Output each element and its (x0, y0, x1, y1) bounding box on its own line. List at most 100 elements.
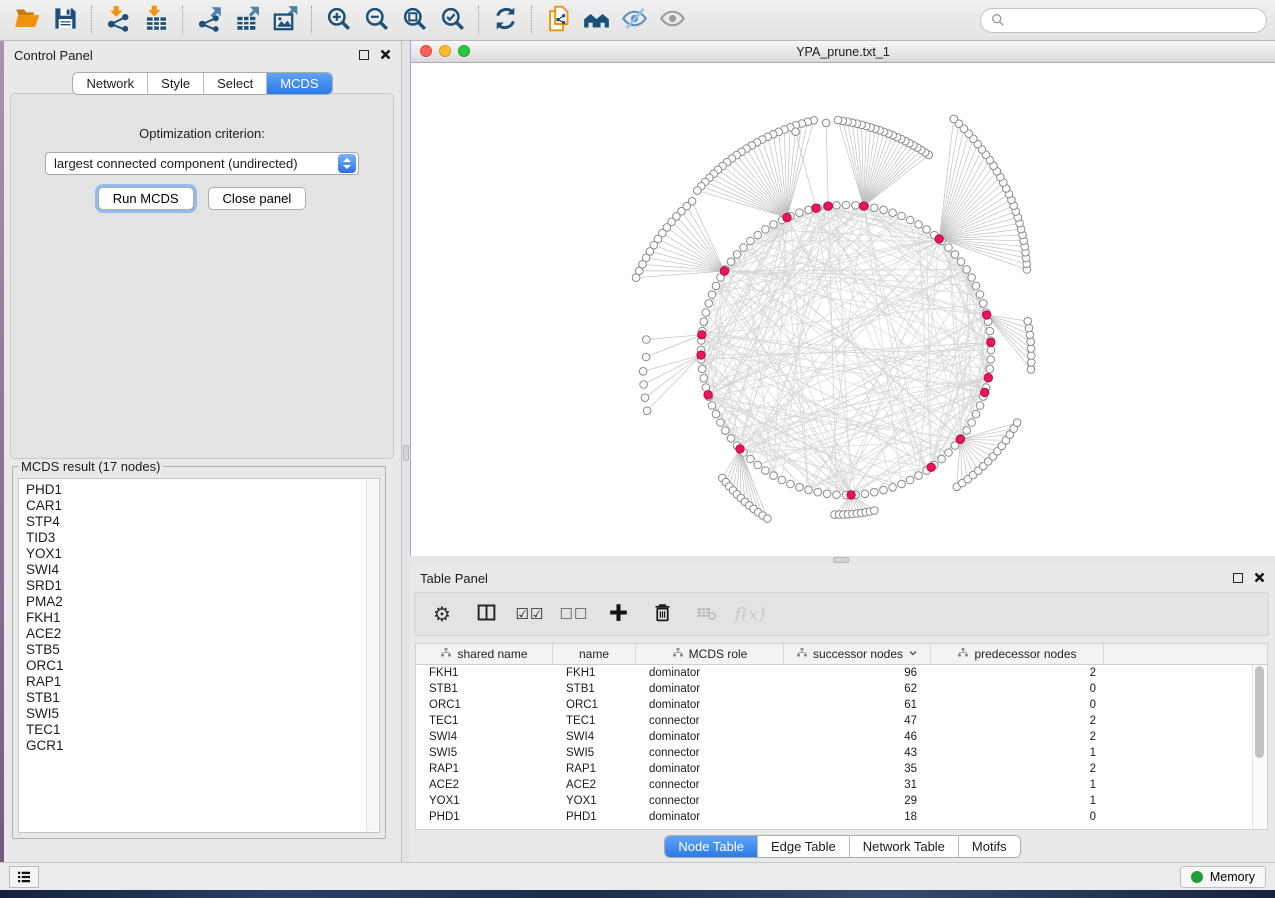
deselect-all-rows-button[interactable]: ☐☐ (559, 599, 589, 629)
mcds-result-item[interactable]: CAR1 (26, 498, 379, 514)
export-network-icon (196, 5, 223, 35)
hide-selected-button[interactable] (615, 3, 653, 37)
search-input[interactable] (1011, 12, 1256, 29)
tab-select[interactable]: Select (204, 73, 267, 94)
export-image-button[interactable] (266, 3, 304, 37)
table-row[interactable]: FKH1FKH1dominator962 (416, 665, 1267, 681)
close-panel-icon[interactable] (380, 49, 391, 60)
scrollbar-thumb[interactable] (1255, 666, 1264, 758)
cell-successor-nodes: 47 (784, 715, 931, 727)
mcds-result-item[interactable]: ACE2 (26, 626, 379, 642)
export-network-button[interactable] (190, 3, 228, 37)
mcds-result-item[interactable]: TID3 (26, 530, 379, 546)
cell-predecessor-nodes: 2 (931, 763, 1104, 775)
mcds-result-item[interactable]: PMA2 (26, 594, 379, 610)
mcds-result-item[interactable]: STB5 (26, 642, 379, 658)
table-scrollbar[interactable] (1252, 665, 1267, 829)
add-column-button[interactable] (603, 599, 633, 629)
column-header-predecessor-nodes[interactable]: predecessor nodes (931, 644, 1104, 664)
table-row[interactable]: PHD1PHD1dominator180 (416, 809, 1267, 825)
cell-shared-name: PHD1 (416, 811, 553, 823)
mcds-result-item[interactable]: GCR1 (26, 738, 379, 754)
delete-column-button[interactable] (647, 599, 677, 629)
zoom-fit-button[interactable] (395, 3, 433, 37)
tab-style[interactable]: Style (148, 73, 204, 94)
open-file-button[interactable] (8, 3, 46, 37)
open-file-icon (14, 5, 41, 35)
mcds-result-item[interactable]: FKH1 (26, 610, 379, 626)
cell-MCDS-role: dominator (636, 683, 784, 695)
minimize-window-icon[interactable] (439, 45, 451, 57)
refresh-layout-button[interactable] (486, 3, 524, 37)
duplicate-network-button[interactable] (539, 3, 577, 37)
column-settings-button[interactable]: ⚙ (427, 599, 457, 629)
maximize-window-icon[interactable] (458, 45, 470, 57)
column-header-successor-nodes[interactable]: successor nodes (784, 644, 931, 664)
task-history-button[interactable] (9, 866, 39, 888)
mcds-result-item[interactable]: TEC1 (26, 722, 379, 738)
cell-predecessor-nodes: 1 (931, 747, 1104, 759)
splitter-grip[interactable] (833, 557, 849, 563)
column-header-MCDS-role[interactable]: MCDS role (636, 644, 784, 664)
split-panel-button[interactable] (471, 599, 501, 629)
close-panel-icon[interactable] (1254, 572, 1265, 583)
close-window-icon[interactable] (420, 45, 432, 57)
criterion-dropdown[interactable]: largest connected component (undirected) (45, 152, 359, 175)
zoom-in-button[interactable] (319, 3, 357, 37)
search-box[interactable] (980, 8, 1267, 33)
column-header-shared-name[interactable]: shared name (416, 644, 553, 664)
mcds-result-item[interactable]: STB1 (26, 690, 379, 706)
table-row[interactable]: SWI5SWI5connector431 (416, 745, 1267, 761)
tab-network[interactable]: Network (73, 73, 148, 94)
tab-mcds[interactable]: MCDS (267, 73, 331, 94)
mcds-result-item[interactable]: ORC1 (26, 658, 379, 674)
save-session-button[interactable] (46, 3, 84, 37)
table-row[interactable]: ORC1ORC1dominator610 (416, 697, 1267, 713)
table-row[interactable]: RAP1RAP1dominator352 (416, 761, 1267, 777)
float-panel-icon[interactable] (1233, 573, 1243, 583)
tab-motifs[interactable]: Motifs (959, 836, 1020, 857)
splitter-grip[interactable] (403, 445, 409, 461)
show-all-button[interactable] (653, 3, 691, 37)
mcds-result-item[interactable]: RAP1 (26, 674, 379, 690)
function-builder-icon: f(x) (735, 604, 766, 625)
import-network-button[interactable] (99, 3, 137, 37)
cell-predecessor-nodes: 0 (931, 699, 1104, 711)
tab-node-table[interactable]: Node Table (665, 836, 758, 857)
import-table-button[interactable] (137, 3, 175, 37)
mcds-result-item[interactable]: STP4 (26, 514, 379, 530)
cell-predecessor-nodes: 0 (931, 811, 1104, 823)
mcds-list-scrollbar[interactable] (366, 480, 378, 831)
table-row[interactable]: SWI4SWI4dominator462 (416, 729, 1267, 745)
select-all-rows-button[interactable]: ☑☑ (515, 599, 545, 629)
float-panel-icon[interactable] (359, 50, 369, 60)
mcds-result-item[interactable]: PHD1 (26, 482, 379, 498)
mcds-result-item[interactable]: SWI5 (26, 706, 379, 722)
mcds-result-item[interactable]: SWI4 (26, 562, 379, 578)
save-session-icon (52, 5, 79, 35)
run-mcds-button[interactable]: Run MCDS (98, 187, 194, 210)
close-panel-button[interactable]: Close panel (208, 187, 307, 210)
mcds-result-item[interactable]: YOX1 (26, 546, 379, 562)
zoom-out-button[interactable] (357, 3, 395, 37)
export-table-button[interactable] (228, 3, 266, 37)
mcds-result-listbox[interactable]: PHD1CAR1STP4TID3YOX1SWI4SRD1PMA2FKH1ACE2… (18, 478, 380, 833)
mcds-result-group: MCDS result (17 nodes) PHD1CAR1STP4TID3Y… (12, 459, 386, 839)
mcds-result-item[interactable]: SRD1 (26, 578, 379, 594)
zoom-selected-button[interactable] (433, 3, 471, 37)
column-header-name[interactable]: name (553, 644, 636, 664)
cell-successor-nodes: 31 (784, 779, 931, 791)
network-graph[interactable] (411, 63, 1274, 556)
network-view-titlebar[interactable]: YPA_prune.txt_1 (411, 41, 1275, 63)
cell-name: YOX1 (553, 795, 636, 807)
table-row[interactable]: YOX1YOX1connector291 (416, 793, 1267, 809)
vertical-splitter[interactable] (402, 41, 410, 862)
horizontal-splitter[interactable] (410, 556, 1275, 564)
table-row[interactable]: STB1STB1dominator620 (416, 681, 1267, 697)
first-neighbors-button[interactable] (577, 3, 615, 37)
tab-network-table[interactable]: Network Table (850, 836, 959, 857)
table-row[interactable]: ACE2ACE2connector311 (416, 777, 1267, 793)
memory-button[interactable]: Memory (1180, 866, 1266, 888)
tab-edge-table[interactable]: Edge Table (758, 836, 850, 857)
table-row[interactable]: TEC1TEC1connector472 (416, 713, 1267, 729)
